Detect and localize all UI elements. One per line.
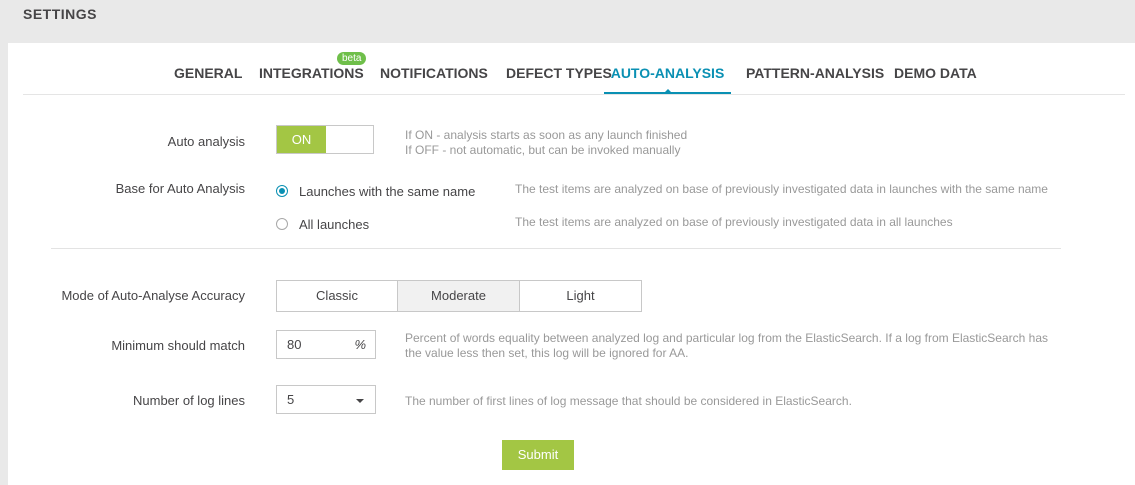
min-match-hint-line1: Percent of words equality between analyz… [405, 331, 1049, 345]
tab-label: AUTO-ANALYSIS [610, 65, 725, 81]
page-header: SETTINGS [0, 0, 1135, 43]
auto-analysis-hint-line1: If ON - analysis starts as soon as any l… [405, 128, 688, 142]
tab-label: INTEGRATIONS [259, 65, 364, 81]
tab-auto-analysis[interactable]: AUTO-ANALYSIS [604, 65, 731, 94]
percent-suffix: % [354, 337, 366, 352]
min-match-label: Minimum should match [111, 338, 245, 353]
mode-moderate-button[interactable]: Moderate [397, 280, 520, 312]
tab-demo-data[interactable]: DEMO DATA [894, 65, 977, 94]
active-tab-indicator [662, 89, 673, 94]
min-match-hint-line2: the value less then set, this log will b… [405, 346, 689, 360]
same-name-hint: The test items are analyzed on base of p… [515, 182, 1048, 196]
tab-label: GENERAL [174, 65, 243, 81]
tab-label: DEMO DATA [894, 65, 977, 81]
tab-label: NOTIFICATIONS [380, 65, 488, 81]
settings-panel: GENERAL INTEGRATIONS beta NOTIFICATIONS … [8, 43, 1135, 485]
toggle-on-state: ON [277, 126, 326, 153]
radio-label: All launches [299, 217, 370, 232]
log-lines-hint: The number of first lines of log message… [405, 394, 852, 408]
all-launches-hint: The test items are analyzed on base of p… [515, 215, 953, 229]
log-lines-select[interactable]: 5 [276, 385, 376, 414]
submit-button[interactable]: Submit [502, 440, 574, 470]
settings-tabs: GENERAL INTEGRATIONS beta NOTIFICATIONS … [23, 43, 1125, 95]
auto-analysis-label: Auto analysis [167, 134, 245, 149]
mode-light-button[interactable]: Light [519, 280, 642, 312]
tab-general[interactable]: GENERAL [174, 65, 242, 94]
chevron-down-icon [356, 399, 364, 403]
tab-pattern-analysis[interactable]: PATTERN-ANALYSIS [746, 65, 884, 94]
tab-label: PATTERN-ANALYSIS [746, 65, 885, 81]
tab-defect-types[interactable]: DEFECT TYPES [506, 65, 612, 94]
mode-classic-button[interactable]: Classic [276, 280, 398, 312]
min-match-input[interactable]: 80 % [276, 330, 376, 359]
min-match-value: 80 [287, 337, 302, 352]
mode-label: Mode of Auto-Analyse Accuracy [61, 288, 245, 303]
beta-badge: beta [337, 52, 367, 65]
radio-button[interactable] [276, 218, 288, 230]
radio-label: Launches with the same name [299, 184, 476, 199]
auto-analysis-hint-line2: If OFF - not automatic, but can be invok… [405, 143, 681, 157]
divider [51, 248, 1061, 249]
tab-integrations[interactable]: INTEGRATIONS beta [259, 52, 367, 94]
tab-notifications[interactable]: NOTIFICATIONS [380, 65, 488, 94]
log-lines-label: Number of log lines [133, 393, 245, 408]
log-lines-value: 5 [287, 392, 295, 407]
auto-analysis-toggle[interactable]: ON [276, 125, 374, 154]
base-label: Base for Auto Analysis [115, 181, 245, 196]
page-title: SETTINGS [23, 6, 98, 22]
radio-button-checked[interactable] [276, 185, 288, 197]
tab-label: DEFECT TYPES [506, 65, 612, 81]
